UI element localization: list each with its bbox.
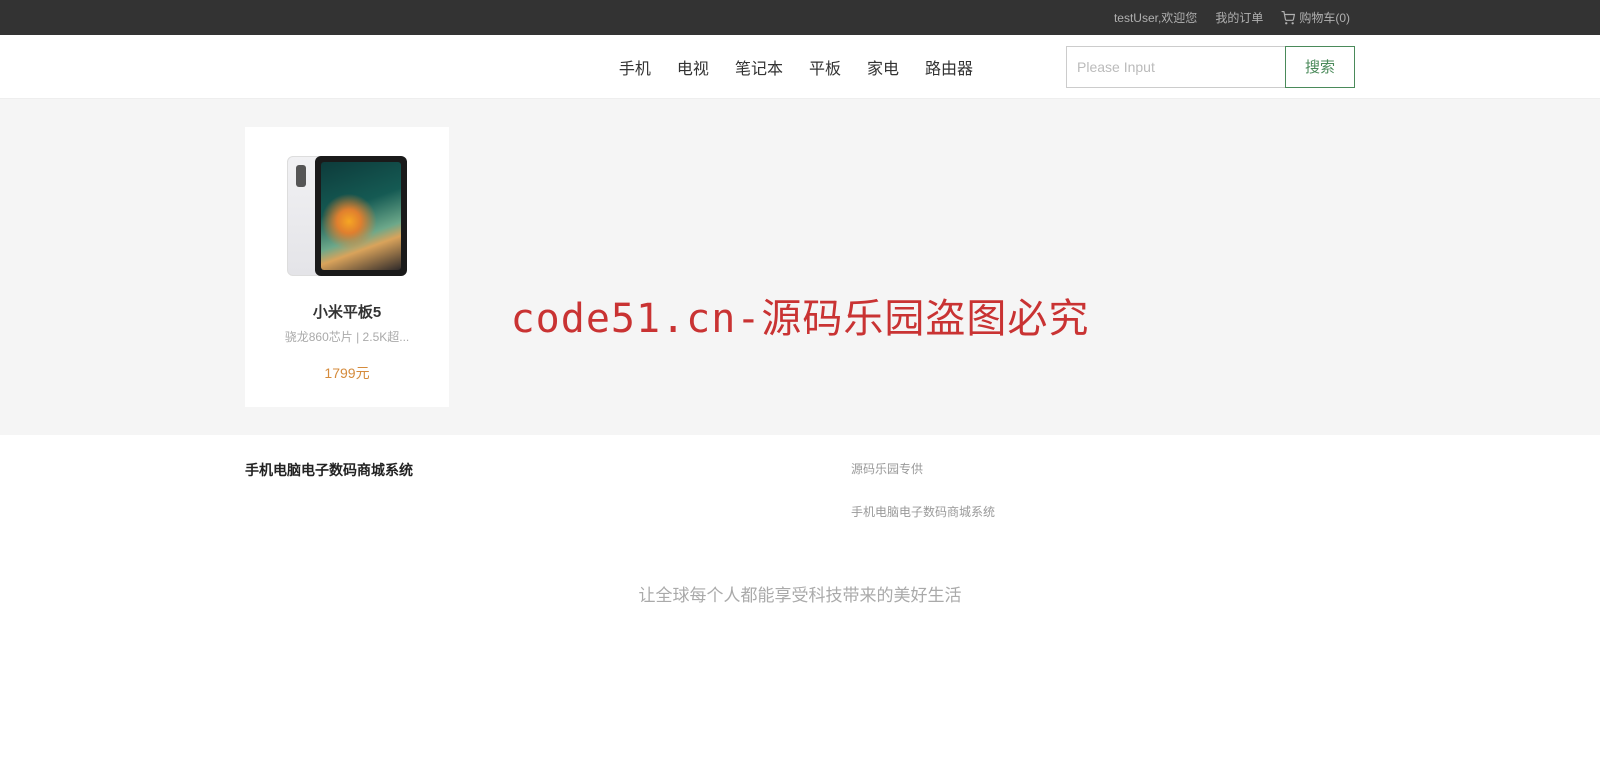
product-image — [287, 151, 407, 281]
footer-left-title: 手机电脑电子数码商城系统 — [245, 460, 413, 546]
my-orders-link[interactable]: 我的订单 — [1215, 9, 1263, 26]
product-grid: 小米平板5 骁龙860芯片 | 2.5K超... 1799元 — [0, 99, 1600, 435]
footer-slogan: 让全球每个人都能享受科技带来的美好生活 — [245, 561, 1355, 626]
nav-cat-tablet[interactable]: 平板 — [809, 55, 841, 79]
search-button[interactable]: 搜索 — [1285, 46, 1355, 88]
welcome-text: testUser,欢迎您 — [1114, 9, 1197, 26]
nav-categories: 手机 电视 笔记本 平板 家电 路由器 — [606, 55, 986, 79]
nav-cat-router[interactable]: 路由器 — [925, 55, 973, 79]
cart-icon — [1281, 11, 1295, 25]
cart-link[interactable]: 购物车(0) — [1281, 9, 1350, 26]
search-input[interactable] — [1066, 46, 1286, 88]
product-desc: 骁龙860芯片 | 2.5K超... — [257, 328, 437, 345]
footer-right-line2: 手机电脑电子数码商城系统 — [851, 503, 995, 520]
nav-bar: 手机 电视 笔记本 平板 家电 路由器 搜索 — [0, 35, 1600, 99]
top-bar: testUser,欢迎您 我的订单 购物车(0) — [0, 0, 1600, 35]
search-wrap: 搜索 — [1066, 46, 1355, 88]
product-price: 1799元 — [257, 363, 437, 383]
nav-cat-tv[interactable]: 电视 — [677, 55, 709, 79]
product-card[interactable]: 小米平板5 骁龙860芯片 | 2.5K超... 1799元 — [245, 127, 449, 407]
nav-cat-phone[interactable]: 手机 — [619, 55, 651, 79]
nav-cat-laptop[interactable]: 笔记本 — [735, 55, 783, 79]
footer: 手机电脑电子数码商城系统 源码乐园专供 手机电脑电子数码商城系统 让全球每个人都… — [0, 435, 1600, 626]
product-title: 小米平板5 — [257, 301, 437, 322]
nav-cat-appliance[interactable]: 家电 — [867, 55, 899, 79]
footer-right-line1: 源码乐园专供 — [851, 460, 995, 477]
cart-label: 购物车(0) — [1299, 9, 1350, 26]
